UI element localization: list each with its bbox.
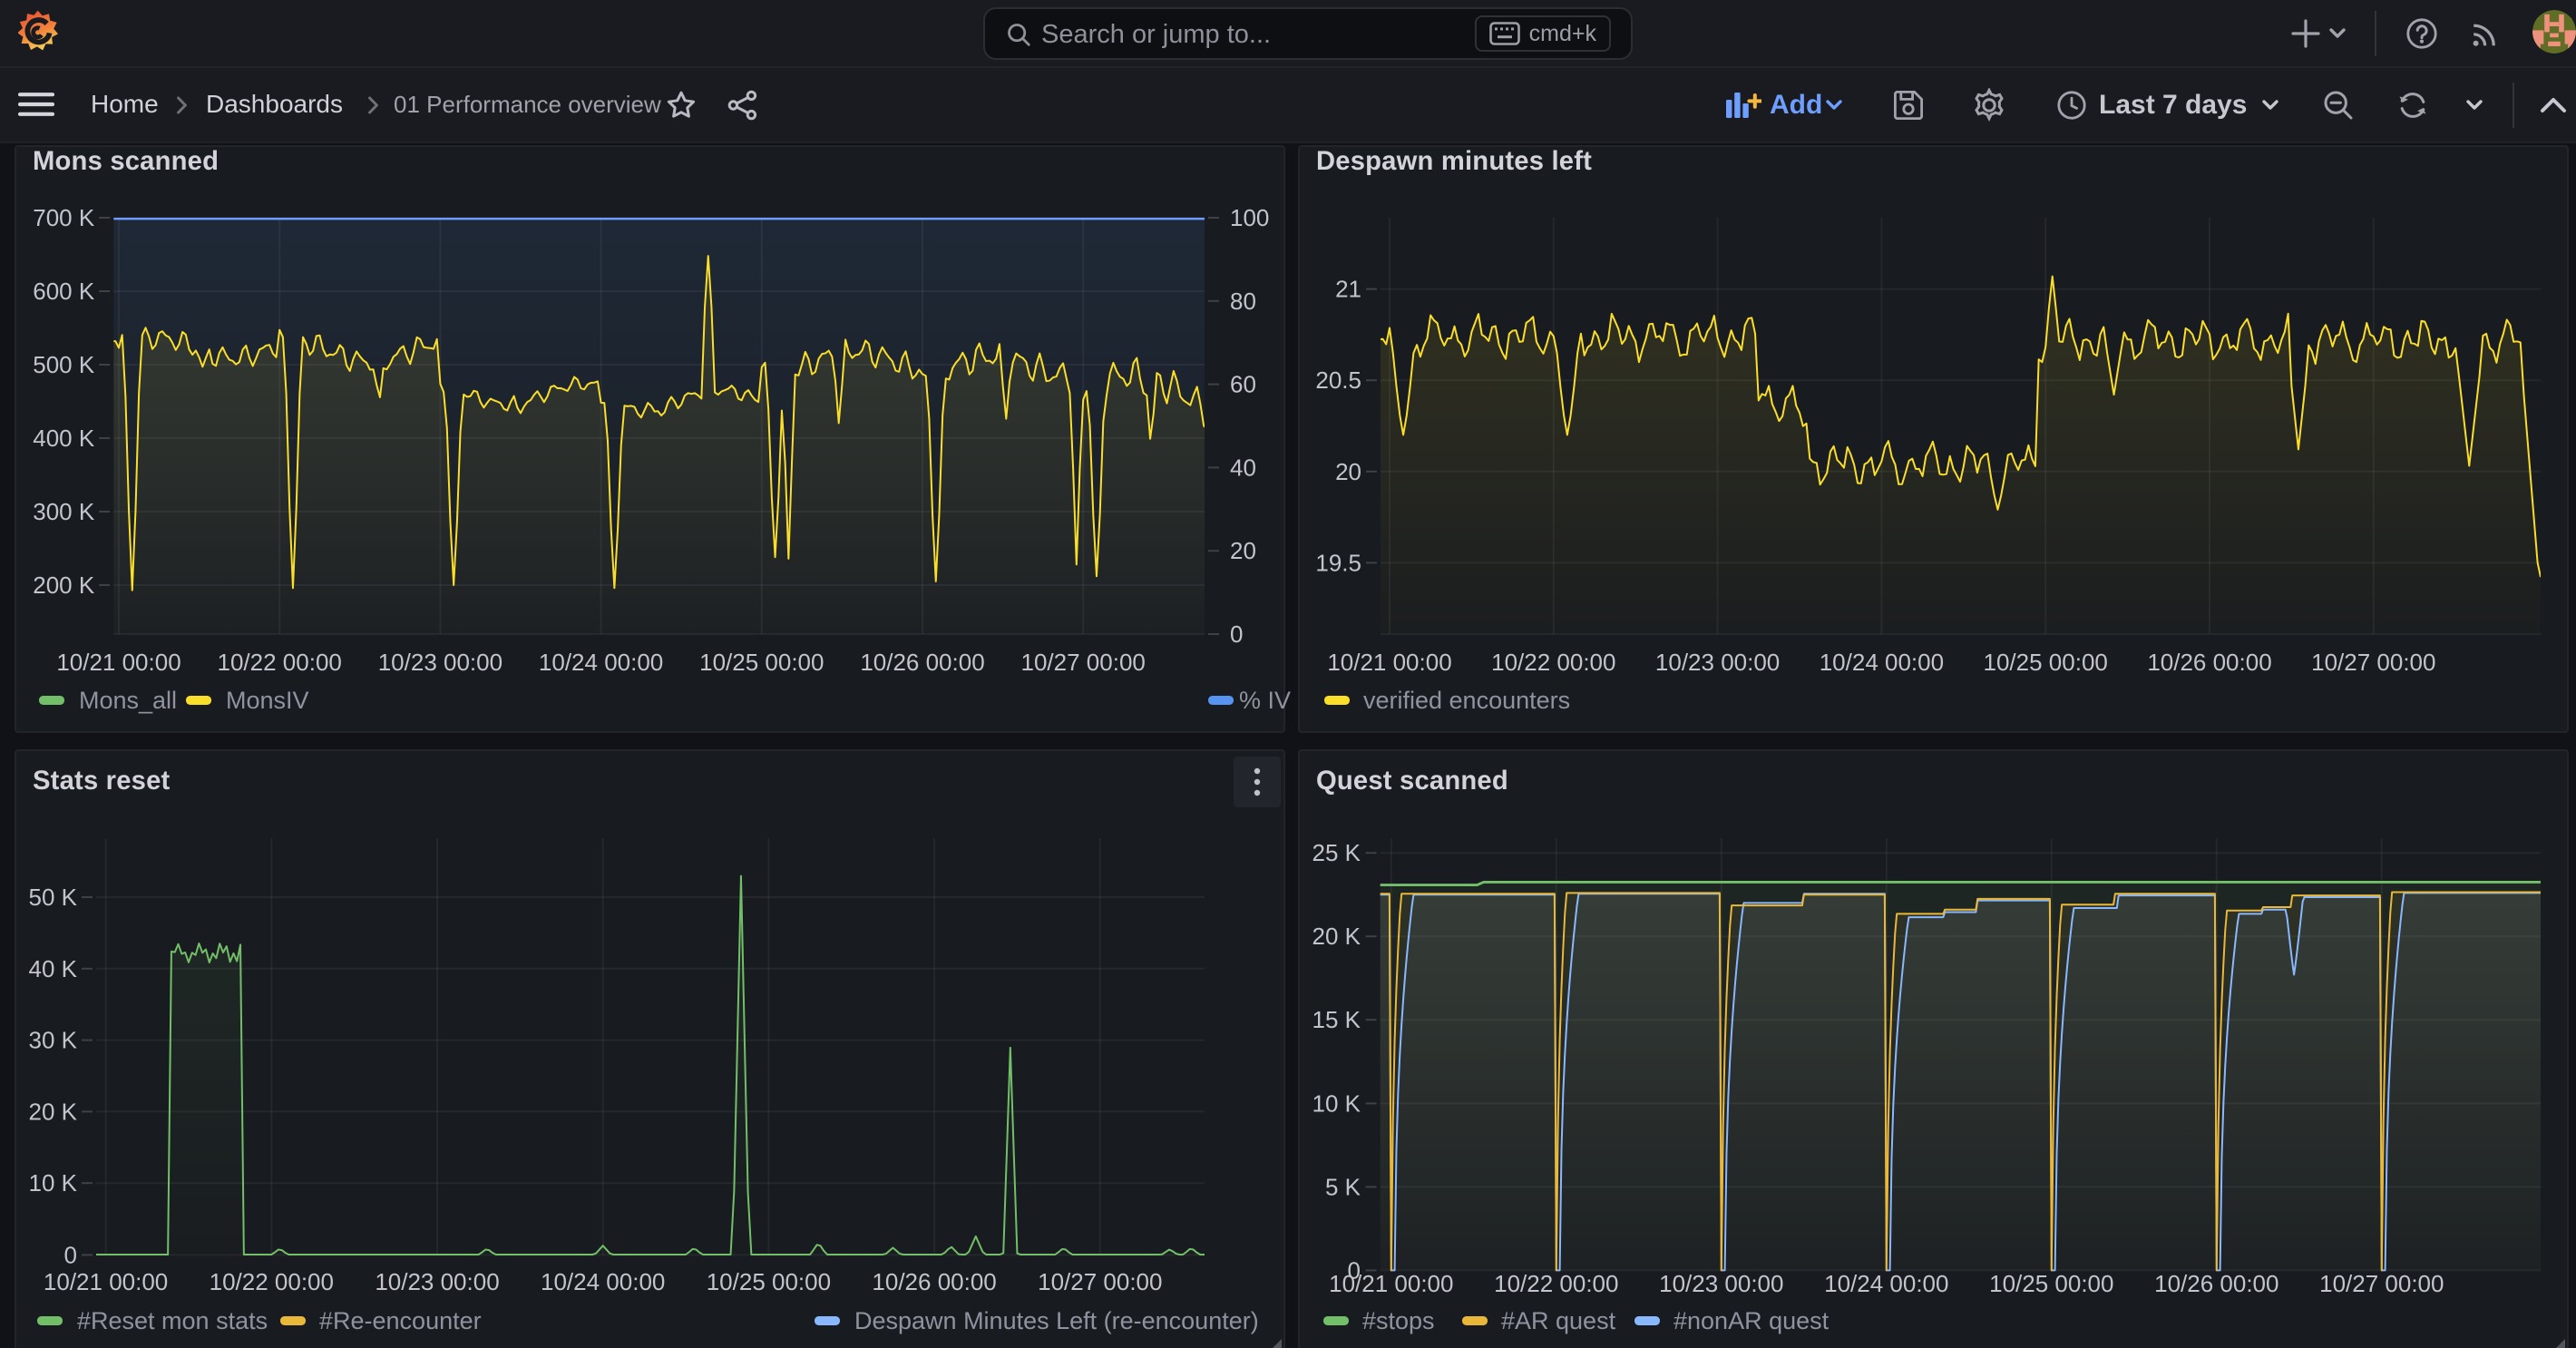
svg-text:0: 0 <box>64 1241 77 1268</box>
svg-text:10/26 00:00: 10/26 00:00 <box>2154 1270 2278 1297</box>
svg-text:20 K: 20 K <box>29 1098 78 1125</box>
svg-text:200 K: 200 K <box>33 571 95 599</box>
svg-text:10/25 00:00: 10/25 00:00 <box>1984 649 2108 676</box>
svg-text:700 K: 700 K <box>33 204 95 231</box>
svg-text:10/27 00:00: 10/27 00:00 <box>1021 649 1146 676</box>
svg-text:20: 20 <box>1230 537 1256 564</box>
svg-text:19.5: 19.5 <box>1315 549 1361 576</box>
svg-text:0: 0 <box>1230 620 1243 648</box>
svg-text:50 K: 50 K <box>29 884 78 911</box>
svg-text:10/23 00:00: 10/23 00:00 <box>375 1268 499 1295</box>
svg-text:600 K: 600 K <box>33 278 95 305</box>
svg-text:10/23 00:00: 10/23 00:00 <box>1659 1270 1783 1297</box>
svg-text:40 K: 40 K <box>29 955 78 982</box>
svg-text:10/23 00:00: 10/23 00:00 <box>1655 649 1780 676</box>
svg-text:10/25 00:00: 10/25 00:00 <box>699 649 824 676</box>
svg-text:30 K: 30 K <box>29 1027 78 1054</box>
svg-text:21: 21 <box>1335 276 1361 303</box>
svg-text:25 K: 25 K <box>1312 839 1361 866</box>
svg-text:10/22 00:00: 10/22 00:00 <box>1491 649 1615 676</box>
svg-text:10/25 00:00: 10/25 00:00 <box>707 1268 831 1295</box>
svg-text:10/26 00:00: 10/26 00:00 <box>2147 649 2271 676</box>
svg-text:60: 60 <box>1230 371 1256 398</box>
svg-text:10/26 00:00: 10/26 00:00 <box>872 1268 996 1295</box>
svg-text:10 K: 10 K <box>29 1169 78 1197</box>
svg-text:40: 40 <box>1230 454 1256 481</box>
svg-text:15 K: 15 K <box>1312 1006 1361 1033</box>
svg-text:10 K: 10 K <box>1312 1089 1361 1117</box>
svg-text:10/21 00:00: 10/21 00:00 <box>44 1268 168 1295</box>
svg-text:10/22 00:00: 10/22 00:00 <box>210 1268 334 1295</box>
svg-text:300 K: 300 K <box>33 498 95 525</box>
svg-text:10/23 00:00: 10/23 00:00 <box>378 649 503 676</box>
svg-text:10/22 00:00: 10/22 00:00 <box>218 649 342 676</box>
svg-text:10/21 00:00: 10/21 00:00 <box>1327 649 1451 676</box>
svg-text:5 K: 5 K <box>1325 1173 1361 1200</box>
svg-text:20 K: 20 K <box>1312 923 1361 950</box>
svg-text:10/27 00:00: 10/27 00:00 <box>2319 1270 2444 1297</box>
svg-text:10/24 00:00: 10/24 00:00 <box>1824 1270 1948 1297</box>
svg-text:10/22 00:00: 10/22 00:00 <box>1494 1270 1618 1297</box>
svg-text:10/27 00:00: 10/27 00:00 <box>2311 649 2435 676</box>
svg-text:10/24 00:00: 10/24 00:00 <box>539 649 663 676</box>
svg-text:100: 100 <box>1230 204 1269 231</box>
svg-text:80: 80 <box>1230 288 1256 315</box>
svg-text:10/21 00:00: 10/21 00:00 <box>1329 1270 1453 1297</box>
svg-text:10/21 00:00: 10/21 00:00 <box>56 649 181 676</box>
svg-text:500 K: 500 K <box>33 351 95 378</box>
svg-text:10/25 00:00: 10/25 00:00 <box>1989 1270 2113 1297</box>
svg-text:10/26 00:00: 10/26 00:00 <box>860 649 984 676</box>
svg-text:20: 20 <box>1335 458 1361 485</box>
svg-text:400 K: 400 K <box>33 425 95 452</box>
svg-text:10/27 00:00: 10/27 00:00 <box>1038 1268 1162 1295</box>
svg-text:20.5: 20.5 <box>1315 366 1361 394</box>
svg-text:10/24 00:00: 10/24 00:00 <box>541 1268 665 1295</box>
svg-text:10/24 00:00: 10/24 00:00 <box>1820 649 1944 676</box>
